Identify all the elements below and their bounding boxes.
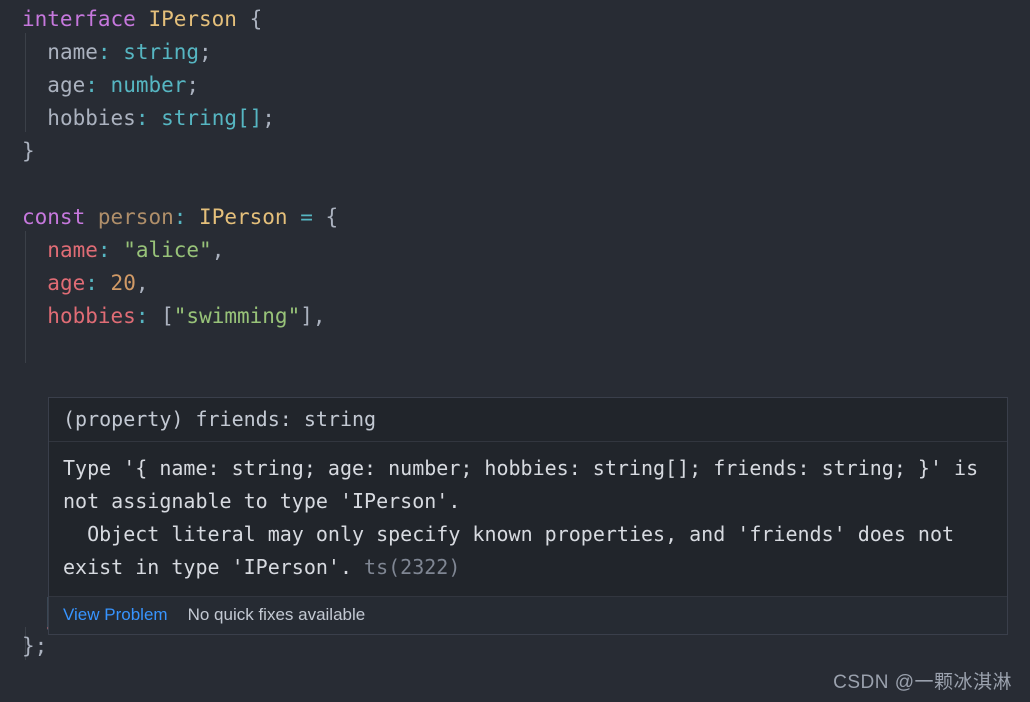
type-string: string: [123, 40, 200, 64]
brace-close: }: [22, 139, 35, 163]
code-line-2[interactable]: name: string;: [0, 36, 1030, 69]
object-key-hobbies: hobbies: [47, 304, 136, 328]
brace-open: {: [249, 7, 263, 31]
object-key-age: age: [47, 271, 86, 295]
hover-tooltip[interactable]: (property) friends: string Type '{ name:…: [48, 397, 1008, 635]
code-line-11-blank[interactable]: [0, 333, 1030, 366]
interface-member-age: age: [47, 73, 86, 97]
code-line-8[interactable]: name: "alice",: [0, 234, 1030, 267]
brace-close-semicolon: };: [22, 634, 48, 658]
bracket-open: [: [161, 304, 174, 328]
interface-member-name: name: [47, 40, 98, 64]
tooltip-error-message: Type '{ name: string; age: number; hobbi…: [49, 442, 1007, 596]
type-number: number: [110, 73, 187, 97]
bracket-close: ]: [300, 304, 313, 328]
colon: :: [85, 271, 98, 295]
code-editor[interactable]: interface IPerson { name: string; age: n…: [0, 0, 1030, 702]
tooltip-error-text: Type '{ name: string; age: number; hobbi…: [63, 456, 979, 579]
code-line-6-blank[interactable]: [0, 168, 1030, 201]
colon: :: [85, 73, 98, 97]
keyword-const: const: [22, 205, 86, 229]
type-string-array: string[]: [161, 106, 263, 130]
colon: :: [97, 40, 111, 64]
comma: ,: [312, 304, 326, 328]
code-line-5[interactable]: }: [0, 135, 1030, 168]
code-line-4[interactable]: hobbies: string[];: [0, 102, 1030, 135]
number-value-20: 20: [110, 271, 136, 295]
type-name-iperson: IPerson: [148, 7, 237, 31]
code-line-9[interactable]: age: 20,: [0, 267, 1030, 300]
brace-open: {: [325, 205, 339, 229]
comma: ,: [135, 271, 149, 295]
string-value-alice: "alice": [123, 238, 212, 262]
code-line-3[interactable]: age: number;: [0, 69, 1030, 102]
colon: :: [135, 106, 149, 130]
colon: :: [135, 304, 149, 328]
semicolon: ;: [186, 73, 200, 97]
quick-fix-status: No quick fixes available: [187, 605, 366, 624]
code-line-10[interactable]: hobbies: ["swimming"],: [0, 300, 1030, 333]
tooltip-actions[interactable]: View Problem No quick fixes available: [49, 596, 1007, 634]
tooltip-overlay-row: [0, 366, 1030, 399]
interface-member-hobbies: hobbies: [47, 106, 136, 130]
keyword-interface: interface: [22, 7, 136, 31]
csdn-watermark: CSDN @一颗冰淇淋: [833, 672, 1012, 693]
tooltip-signature: (property) friends: string: [49, 398, 1007, 442]
semicolon: ;: [199, 40, 212, 64]
comma: ,: [211, 238, 225, 262]
code-line-7[interactable]: const person: IPerson = {: [0, 201, 1030, 234]
code-line-1[interactable]: interface IPerson {: [0, 3, 1030, 36]
string-value-swimming: "swimming": [173, 304, 301, 328]
semicolon: ;: [262, 106, 275, 130]
type-annotation-iperson: IPerson: [199, 205, 288, 229]
variable-person: person: [97, 205, 174, 229]
object-key-name: name: [47, 238, 98, 262]
colon: :: [97, 238, 111, 262]
colon: :: [173, 205, 187, 229]
view-problem-link[interactable]: View Problem: [63, 603, 168, 627]
equals-operator: =: [300, 205, 313, 229]
tooltip-error-code: ts(2322): [364, 555, 461, 579]
